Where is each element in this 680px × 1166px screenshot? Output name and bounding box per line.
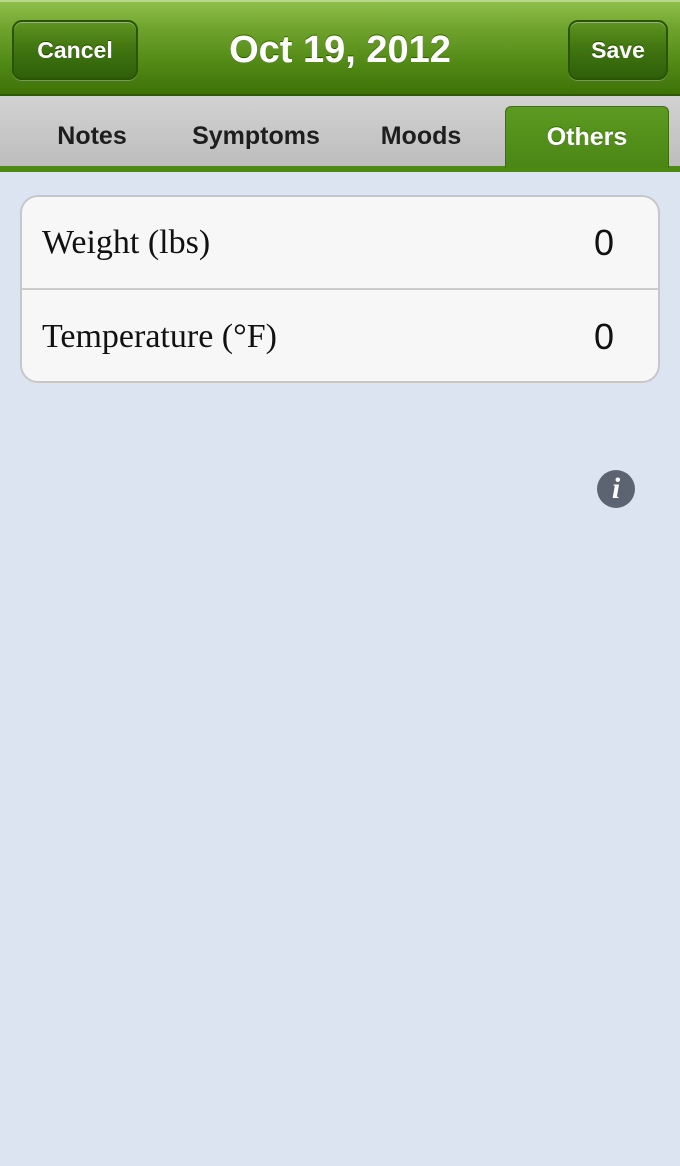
navigation-bar: Cancel Oct 19, 2012 Save — [0, 0, 680, 96]
temperature-row[interactable]: Temperature (°F) 0 — [22, 290, 658, 381]
tab-moods[interactable]: Moods — [350, 106, 492, 166]
tab-others[interactable]: Others — [505, 106, 669, 168]
temperature-value: 0 — [593, 315, 614, 357]
tab-notes[interactable]: Notes — [22, 106, 162, 166]
page-title: Oct 19, 2012 — [229, 29, 451, 71]
tab-bar: Notes Symptoms Moods Others — [0, 96, 680, 172]
tab-symptoms[interactable]: Symptoms — [170, 106, 342, 166]
cancel-button[interactable]: Cancel — [12, 20, 138, 80]
measurements-card: Weight (lbs) 0 Temperature (°F) 0 — [20, 195, 660, 383]
weight-value: 0 — [593, 221, 614, 263]
info-icon[interactable]: i — [597, 470, 635, 508]
weight-label: Weight (lbs) — [42, 223, 211, 261]
save-button[interactable]: Save — [568, 20, 668, 80]
weight-row[interactable]: Weight (lbs) 0 — [22, 197, 658, 290]
temperature-label: Temperature (°F) — [42, 317, 277, 355]
